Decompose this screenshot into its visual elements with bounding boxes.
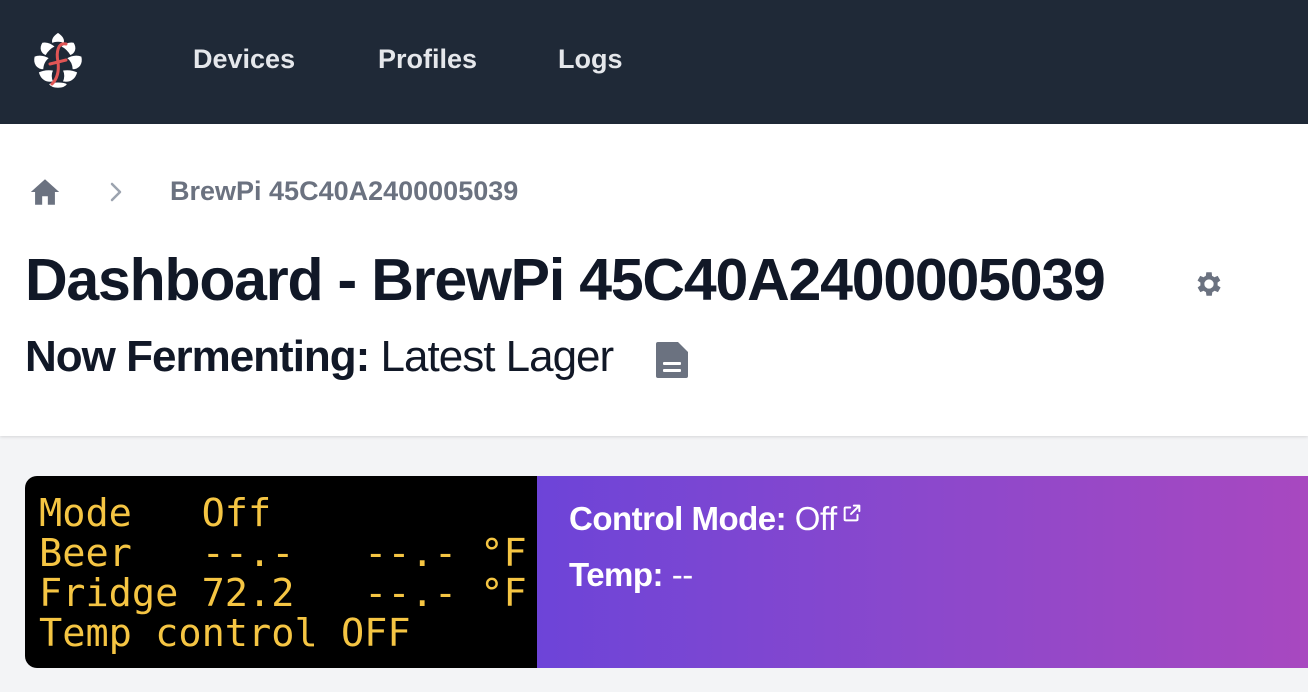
document-icon[interactable] [654, 340, 690, 380]
control-mode-row: Control Mode: Off [569, 500, 863, 538]
chevron-right-icon [110, 182, 122, 202]
page-title: Dashboard - BrewPi 45C40A2400005039 [25, 247, 1106, 313]
now-fermenting: Now Fermenting: Latest Lager [25, 332, 615, 382]
nav-devices[interactable]: Devices [193, 44, 295, 75]
fermenting-profile-name: Latest Lager [369, 332, 615, 381]
temp-value: -- [663, 556, 693, 593]
home-icon[interactable] [28, 175, 62, 209]
nav-profiles[interactable]: Profiles [378, 44, 477, 75]
top-navbar: Devices Profiles Logs [0, 0, 1308, 124]
lcd-line-fridge: Fridge 72.2 --.- °F [39, 571, 527, 616]
lcd-line-temp-control: Temp control OFF [39, 611, 411, 656]
lcd-line-mode: Mode Off [39, 491, 272, 536]
lcd-display: Mode Off Beer --.- --.- °F Fridge 72.2 -… [25, 476, 537, 668]
control-card: Control Mode: Off Temp: -- [537, 476, 1308, 668]
gear-icon[interactable] [1193, 268, 1225, 300]
breadcrumb-current[interactable]: BrewPi 45C40A2400005039 [170, 176, 518, 207]
control-mode-label: Control Mode: [569, 500, 787, 537]
control-mode-value: Off [786, 500, 837, 537]
fermenting-label: Now Fermenting: [25, 332, 370, 381]
temp-label: Temp: [569, 556, 664, 593]
hop-logo[interactable] [28, 30, 88, 92]
lcd-line-beer: Beer --.- --.- °F [39, 531, 527, 576]
temp-row: Temp: -- [569, 556, 693, 594]
nav-logs[interactable]: Logs [558, 44, 623, 75]
external-link-icon[interactable] [841, 502, 863, 524]
